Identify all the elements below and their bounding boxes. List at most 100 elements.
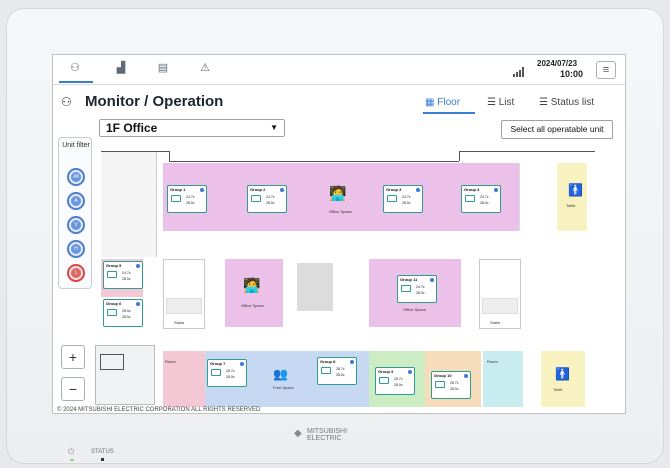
list-icon: ☰ <box>539 97 548 108</box>
toilet-room[interactable] <box>557 163 587 231</box>
set-temperature: 28.0c <box>186 201 195 205</box>
room-temperature: 28.0c <box>122 309 131 313</box>
office-space-label: Office Space <box>241 303 264 308</box>
wall <box>169 161 459 162</box>
set-temperature: 28.0c <box>336 373 345 377</box>
people-icon: 👥 <box>273 367 288 381</box>
status-label: STATUS <box>91 449 114 455</box>
filter-all-icon: All <box>71 172 81 182</box>
group-unit-11[interactable]: Group 11 24.7c 28.0c <box>397 275 437 303</box>
group-unit-2[interactable]: Group 2 24.7c 28.0c <box>247 185 287 213</box>
tab-list-label: List <box>498 97 515 108</box>
tab-floor[interactable]: ▦ Floor <box>425 97 460 108</box>
filter-lighting-button[interactable]: L <box>67 264 85 282</box>
minimap-viewport[interactable] <box>100 354 124 370</box>
group-unit-9[interactable]: Group 9 28.7c 28.0c <box>375 367 415 395</box>
set-temperature: 28.0c <box>480 201 489 205</box>
group-unit-5[interactable]: Group 5 24.7c 28.0c <box>103 261 143 289</box>
room-temperature: 28.7c <box>336 367 345 371</box>
binoculars-icon: ⚇ <box>61 95 72 109</box>
indoor-unit-icon <box>401 285 411 292</box>
office-worker-icon: 🧑‍💻 <box>329 185 347 201</box>
stairs-right: Stairs <box>479 259 521 329</box>
status-dot <box>240 362 244 366</box>
active-tab-indicator <box>423 112 475 114</box>
tab-floor-label: Floor <box>437 97 461 108</box>
current-date: 2024/07/23 <box>537 59 578 68</box>
room-temperature: 24.7c <box>122 271 131 275</box>
air-conditioner-icon: A <box>71 196 81 206</box>
set-temperature: 28.0c <box>402 201 411 205</box>
tab-status-list-label: Status list <box>550 97 595 108</box>
status-dot <box>280 188 284 192</box>
tab-list[interactable]: ☰ List <box>487 97 514 108</box>
brand-line1: MITSUBISHI <box>307 428 348 435</box>
status-led <box>101 458 104 461</box>
room-temperature: 24.7c <box>402 195 411 199</box>
office-worker-icon: 🧑‍💻 <box>243 277 261 293</box>
hot-water-icon: H <box>71 244 81 254</box>
current-time: 10:00 <box>560 69 584 79</box>
group-unit-8[interactable]: Group 8 28.7c 28.0c <box>317 357 357 385</box>
set-temperature: 28.0c <box>394 383 403 387</box>
group-name: Group 8 <box>320 359 336 364</box>
indoor-unit-icon <box>465 195 475 202</box>
status-dot <box>408 370 412 374</box>
zoom-in-button[interactable]: + <box>61 345 85 369</box>
set-temperature: 28.0c <box>266 201 275 205</box>
energy-chart-icon[interactable]: ▟ <box>111 61 131 77</box>
minimap[interactable] <box>95 345 155 405</box>
power-icon[interactable]: ⏻ <box>68 447 74 457</box>
power-led <box>70 459 74 461</box>
touch-screen: ⚇ ▟ ▤ ⚠ 2024/07/23 10:00 ≡ ⚇ Monitor / O… <box>52 54 626 414</box>
indoor-unit-icon <box>379 377 389 384</box>
indoor-unit-icon <box>171 195 181 202</box>
gray-room <box>297 263 333 311</box>
room <box>519 163 537 231</box>
stairs-label: Stairs <box>174 320 185 325</box>
floor-map[interactable]: 🚹 Toilet Group 1 24.7c 28.0c Group 2 24.7… <box>101 145 595 407</box>
room-temperature: 24.7c <box>266 195 275 199</box>
top-navigation: ⚇ ▟ ▤ ⚠ 2024/07/23 10:00 ≡ <box>53 55 625 85</box>
filter-air-conditioner-button[interactable]: A <box>67 192 85 210</box>
group-unit-3[interactable]: Group 3 24.7c 28.0c <box>383 185 423 213</box>
filter-all-button[interactable]: All <box>67 168 85 186</box>
tab-status-list[interactable]: ☰ Status list <box>539 97 594 108</box>
indoor-unit-icon <box>107 271 117 278</box>
set-temperature: 28.0c <box>122 277 131 281</box>
schedule-icon[interactable]: ▤ <box>153 61 173 77</box>
zoom-out-button[interactable]: − <box>61 377 85 401</box>
indoor-unit-icon <box>211 369 221 376</box>
free-space-label: Free Space <box>273 385 294 390</box>
copyright-text: © 2024 MITSUBISHI ELECTRIC CORPORATION A… <box>57 407 261 413</box>
group-name: Group 7 <box>210 361 226 366</box>
floor-icon: ▦ <box>425 97 435 108</box>
filter-ventilation-button[interactable]: V <box>67 216 85 234</box>
group-unit-10[interactable]: Group 10 28.7c 28.0c <box>431 371 471 399</box>
group-unit-7[interactable]: Group 7 28.7c 28.0c <box>207 359 247 387</box>
unit-filter-label: Unit filter <box>62 142 90 149</box>
set-temperature: 28.0c <box>122 315 131 319</box>
filter-hot-water-button[interactable]: H <box>67 240 85 258</box>
person-icon: 🚹 <box>555 367 570 381</box>
room-label: Room <box>487 359 498 364</box>
group-unit-1[interactable]: Group 1 24.7c 28.0c <box>167 185 207 213</box>
floor-select[interactable]: 1F Office ▼ <box>99 119 285 137</box>
room-temperature: 24.7c <box>416 285 425 289</box>
status-dot <box>200 188 204 192</box>
warning-icon[interactable]: ⚠ <box>195 61 215 77</box>
lighting-icon: L <box>71 268 81 278</box>
group-name: Group 11 <box>400 277 418 282</box>
status-dot <box>430 278 434 282</box>
group-unit-6[interactable]: Group 6 28.0c 28.0c <box>103 299 143 327</box>
indoor-unit-icon <box>387 195 397 202</box>
indoor-unit-icon <box>321 367 331 374</box>
group-name: Group 2 <box>250 187 266 192</box>
menu-button[interactable]: ≡ <box>596 61 616 79</box>
group-name: Group 1 <box>170 187 186 192</box>
room-temperature: 28.7c <box>226 369 235 373</box>
binoculars-icon[interactable]: ⚇ <box>59 61 93 83</box>
group-unit-4[interactable]: Group 4 24.7c 28.0c <box>461 185 501 213</box>
indoor-unit-icon <box>251 195 261 202</box>
select-all-button[interactable]: Select all operatable unit <box>501 120 613 139</box>
